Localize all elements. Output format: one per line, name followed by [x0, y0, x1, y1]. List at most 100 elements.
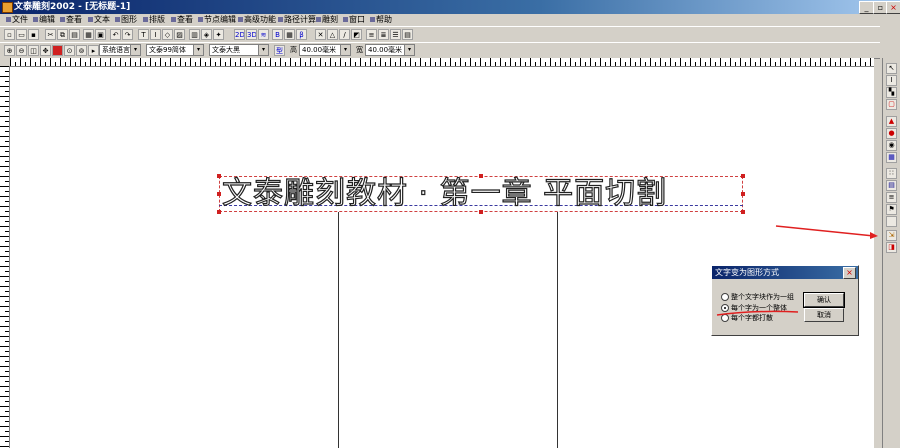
- dialog-close-icon[interactable]: ×: [843, 267, 856, 279]
- chart-icon[interactable]: ▥: [189, 29, 200, 40]
- select-arrow-icon[interactable]: ↖: [886, 63, 897, 74]
- help-menu-icon: [370, 17, 375, 22]
- copy-icon[interactable]: ⧉: [57, 29, 68, 40]
- align-center-icon[interactable]: ≣: [378, 29, 389, 40]
- color-dots-icon[interactable]: ∷: [886, 168, 897, 179]
- menu-window[interactable]: 窗口: [343, 14, 365, 26]
- canvas-text[interactable]: 文泰雕刻教材 · 第一章 平面切割: [221, 175, 667, 213]
- pan-icon[interactable]: ✥: [40, 45, 51, 56]
- open-file-icon[interactable]: ▭: [16, 29, 27, 40]
- zoom-out-icon[interactable]: ⊖: [16, 45, 27, 56]
- text-menu-icon: [88, 17, 93, 22]
- palette-icon[interactable]: ●: [886, 128, 897, 139]
- annotation-arrow-icon: [775, 225, 878, 239]
- redo-icon[interactable]: ↷: [122, 29, 133, 40]
- save-icon[interactable]: ▪: [28, 29, 39, 40]
- menu-graphics[interactable]: 图形: [115, 14, 137, 26]
- fill-bucket-icon[interactable]: ◉: [886, 140, 897, 151]
- minimize-button[interactable]: _: [859, 1, 874, 14]
- triangle-icon[interactable]: △: [327, 29, 338, 40]
- selection-handle[interactable]: [741, 210, 745, 214]
- cut-icon[interactable]: ✂: [45, 29, 56, 40]
- align-left-icon[interactable]: ≡: [366, 29, 377, 40]
- print-icon[interactable]: ▦: [83, 29, 94, 40]
- zoom-all-icon[interactable]: ⊚: [76, 45, 87, 56]
- grid-icon[interactable]: ▦: [284, 29, 295, 40]
- vertical-ruler[interactable]: [0, 66, 10, 448]
- menu-edit[interactable]: 编辑: [33, 14, 55, 26]
- menu-view2[interactable]: 查看: [171, 14, 193, 26]
- rectangle-icon[interactable]: ▢: [886, 99, 897, 110]
- language-select[interactable]: 系统语言 ▾: [99, 44, 141, 56]
- app-icon: [2, 2, 13, 13]
- shape-icon[interactable]: ◇: [162, 29, 173, 40]
- drawing-canvas[interactable]: [10, 67, 874, 448]
- justify-icon[interactable]: ▤: [402, 29, 413, 40]
- menu-path-calc[interactable]: 路径计算: [278, 14, 316, 26]
- undo-icon[interactable]: ↶: [110, 29, 121, 40]
- width-input[interactable]: 40.00毫米 ▾: [365, 44, 415, 56]
- convert-icon[interactable]: ◨: [886, 242, 897, 253]
- 3d-icon[interactable]: 3D: [246, 29, 257, 40]
- lang-flag-icon: ▸: [88, 45, 99, 56]
- table-icon[interactable]: ▦: [886, 152, 897, 163]
- text-to-graphic-icon[interactable]: ⇲: [886, 230, 897, 241]
- height-label: 高: [290, 46, 297, 54]
- stop-icon[interactable]: [52, 45, 63, 56]
- horizontal-ruler[interactable]: [10, 58, 874, 67]
- lines-icon[interactable]: ≡: [886, 192, 897, 203]
- text-cursor-icon[interactable]: I: [886, 75, 897, 86]
- zoom-page-icon[interactable]: ◫: [28, 45, 39, 56]
- zoom-fit-icon[interactable]: ⊙: [64, 45, 75, 56]
- ok-button[interactable]: 确认: [803, 292, 845, 308]
- option-whole-block[interactable]: 整个文字块作为一组: [721, 292, 794, 302]
- menu-node-edit[interactable]: 节点编辑: [198, 14, 236, 26]
- font-family-select[interactable]: 文泰99简体 ▾: [146, 44, 204, 56]
- flag-icon[interactable]: ⚑: [886, 204, 897, 215]
- radio-icon[interactable]: [721, 293, 729, 301]
- engrave-icon[interactable]: ◈: [201, 29, 212, 40]
- align-right-icon[interactable]: ☰: [390, 29, 401, 40]
- layers-icon[interactable]: ▤: [886, 180, 897, 191]
- paste-icon[interactable]: ▤: [69, 29, 80, 40]
- menu-advanced[interactable]: 高级功能: [238, 14, 276, 26]
- slash-icon[interactable]: ◩: [351, 29, 362, 40]
- font-style-icon[interactable]: 型: [274, 45, 285, 56]
- bulb-icon[interactable]: ✦: [213, 29, 224, 40]
- bold-b-icon[interactable]: B: [272, 29, 283, 40]
- menu-layout[interactable]: 排版: [143, 14, 165, 26]
- zoom-in-icon[interactable]: ⊕: [4, 45, 15, 56]
- italic-i-icon[interactable]: /: [339, 29, 350, 40]
- selection-handle[interactable]: [741, 174, 745, 178]
- italic-text-icon[interactable]: I: [150, 29, 161, 40]
- image-icon[interactable]: ▨: [174, 29, 185, 40]
- fill-icon[interactable]: ▚: [886, 87, 897, 98]
- blank-tool-icon[interactable]: [886, 216, 897, 227]
- chevron-down-icon: ▾: [258, 45, 268, 55]
- new-file-icon[interactable]: ▫: [4, 29, 15, 40]
- selection-handle[interactable]: [217, 192, 221, 196]
- engrave-b-icon[interactable]: β: [296, 29, 307, 40]
- height-input[interactable]: 40.00毫米 ▾: [299, 44, 351, 56]
- cross-icon[interactable]: ✕: [315, 29, 326, 40]
- tool-palette: ↖ I ▚ ▢ ▲ ● ◉ ▦ ∷ ▤ ≡ ⚑ ⇲ ◨: [882, 58, 900, 448]
- menu-file[interactable]: 文件: [6, 14, 28, 26]
- menu-engrave[interactable]: 雕刻: [316, 14, 338, 26]
- standard-toolbar: ▫ ▭ ▪ ✂ ⧉ ▤ ▦ ▣ ↶ ↷ T I ◇ ▨ ▥ ◈ ✦ 2D 3D …: [0, 26, 880, 43]
- menu-view[interactable]: 查看: [60, 14, 82, 26]
- close-button[interactable]: ×: [886, 1, 900, 14]
- relief-icon[interactable]: ≋: [258, 29, 269, 40]
- selection-handle[interactable]: [217, 174, 221, 178]
- 2d-icon[interactable]: 2D: [234, 29, 245, 40]
- text-tool-icon[interactable]: T: [138, 29, 149, 40]
- selection-handle[interactable]: [217, 210, 221, 214]
- cone-icon[interactable]: ▲: [886, 116, 897, 127]
- font-effect-select[interactable]: 文泰大黑 ▾: [209, 44, 269, 56]
- cancel-button[interactable]: 取消: [804, 308, 844, 322]
- preview-icon[interactable]: ▣: [95, 29, 106, 40]
- font-toolbar: ⊕ ⊖ ◫ ✥ ⊙ ⊚ ▸ 系统语言 ▾ 文泰99简体 ▾ 文泰大黑 ▾ 型 高 40…: [0, 42, 880, 59]
- menu-help[interactable]: 帮助: [370, 14, 392, 26]
- menu-text[interactable]: 文本: [88, 14, 110, 26]
- page-border-right: [557, 212, 558, 448]
- selection-handle[interactable]: [741, 192, 745, 196]
